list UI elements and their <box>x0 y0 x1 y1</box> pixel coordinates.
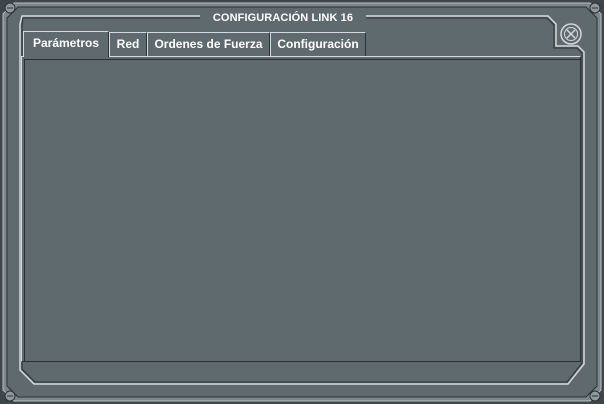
close-button[interactable] <box>558 21 584 47</box>
tab-configuracion[interactable]: Configuración <box>270 32 366 56</box>
tab-label: Red <box>116 37 140 51</box>
rivet-icon <box>589 2 601 14</box>
tab-label: Parámetros <box>32 36 100 50</box>
tab-label: Ordenes de Fuerza <box>154 37 263 51</box>
rivet-icon <box>4 2 16 14</box>
tab-label: Configuración <box>277 37 359 51</box>
window-title: CONFIGURACIÓN LINK 16 <box>200 10 366 26</box>
tab-content-area <box>24 59 580 361</box>
rivet-icon <box>4 390 16 402</box>
tab-red[interactable]: Red <box>109 32 147 56</box>
close-x-icon <box>560 23 582 45</box>
tab-content-panel <box>21 56 581 362</box>
tab-parametros[interactable]: Parámetros <box>23 31 109 57</box>
rivet-icon <box>589 390 601 402</box>
link16-config-window: CONFIGURACIÓN LINK 16 Parámetros Red Ord… <box>0 0 604 404</box>
tab-ordenes-de-fuerza[interactable]: Ordenes de Fuerza <box>147 32 270 56</box>
